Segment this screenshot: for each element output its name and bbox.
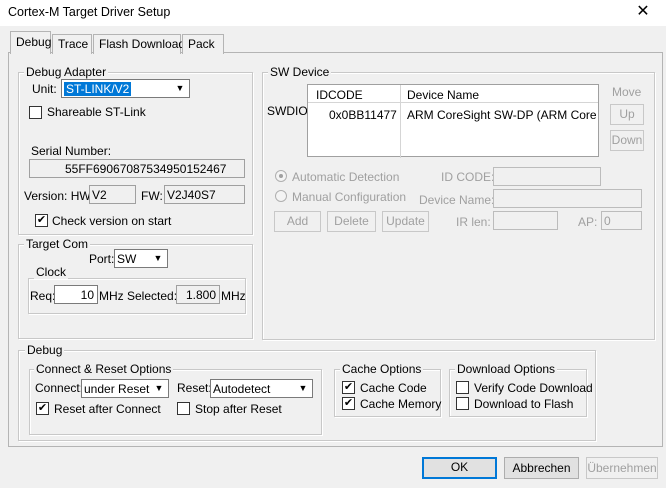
move-label: Move xyxy=(612,85,642,99)
connect-reset-title: Connect & Reset Options xyxy=(34,362,174,376)
req-input[interactable]: 10 xyxy=(54,285,98,304)
column-header-idcode[interactable]: IDCODE xyxy=(316,88,363,102)
manual-config-label: Manual Configuration xyxy=(292,190,407,204)
column-header-device-name[interactable]: Device Name xyxy=(407,88,479,102)
port-value: SW xyxy=(117,252,137,266)
cancel-button[interactable]: Abbrechen xyxy=(504,457,579,479)
ir-len-input[interactable] xyxy=(493,211,558,230)
id-code-input[interactable] xyxy=(493,167,601,186)
fw-field: V2J40S7 xyxy=(164,185,245,204)
verify-download-checkbox[interactable] xyxy=(456,381,469,394)
ok-button[interactable]: OK xyxy=(422,457,497,479)
download-to-flash-label: Download to Flash xyxy=(474,397,574,411)
device-name-input[interactable] xyxy=(493,189,642,208)
tab-trace[interactable]: Trace xyxy=(52,34,92,54)
auto-detect-radio[interactable] xyxy=(275,170,287,182)
download-to-flash-checkbox[interactable] xyxy=(456,397,469,410)
clock-title: Clock xyxy=(34,265,69,279)
ap-value: 0 xyxy=(604,214,611,228)
device-list[interactable]: IDCODE Device Name 0x0BB11477 ARM CoreSi… xyxy=(307,84,599,158)
move-up-button[interactable]: Up xyxy=(610,104,644,125)
unit-label: Unit: xyxy=(32,82,57,96)
check-version-label: Check version on start xyxy=(52,214,172,228)
req-value: 10 xyxy=(80,288,94,302)
chevron-down-icon: ▼ xyxy=(153,253,163,263)
serial-field: 55FF69067087534950152467 xyxy=(29,159,245,178)
move-down-button[interactable]: Down xyxy=(610,130,644,151)
reset-select[interactable]: Autodetect ▼ xyxy=(210,379,313,398)
chevron-down-icon: ▼ xyxy=(298,383,308,393)
reset-value: Autodetect xyxy=(213,382,271,396)
cache-memory-label: Cache Memory xyxy=(360,397,442,411)
serial-label: Serial Number: xyxy=(31,144,112,158)
delete-button[interactable]: Delete xyxy=(327,211,376,232)
cache-memory-checkbox[interactable]: ✔ xyxy=(342,397,355,410)
shareable-label: Shareable ST-Link xyxy=(47,105,146,119)
device-name-label: Device Name: xyxy=(419,193,495,207)
cache-code-checkbox[interactable]: ✔ xyxy=(342,381,355,394)
hw-field: V2 xyxy=(89,185,136,204)
reset-after-connect-label: Reset after Connect xyxy=(54,402,161,416)
selected-unit: MHz xyxy=(221,289,246,303)
hw-value: V2 xyxy=(92,188,107,202)
req-label: Req: xyxy=(30,289,56,303)
tab-pack[interactable]: Pack xyxy=(182,34,224,54)
verify-download-label: Verify Code Download xyxy=(474,381,593,395)
swdio-label: SWDIO xyxy=(267,104,308,118)
cache-code-label: Cache Code xyxy=(360,381,427,395)
cache-options-title: Cache Options xyxy=(340,362,424,376)
serial-value: 55FF69067087534950152467 xyxy=(65,162,227,176)
selected-label: Selected: xyxy=(127,289,178,303)
stop-after-reset-checkbox[interactable] xyxy=(177,402,190,415)
download-options-title: Download Options xyxy=(455,362,558,376)
target-com-title: Target Com xyxy=(24,237,91,251)
manual-config-radio[interactable] xyxy=(275,190,287,202)
window-title: Cortex-M Target Driver Setup xyxy=(8,5,171,19)
selected-value: 1.800 xyxy=(185,288,216,302)
check-version-checkbox[interactable]: ✔ xyxy=(35,214,48,227)
update-button[interactable]: Update xyxy=(382,211,429,232)
column-divider xyxy=(400,85,401,158)
unit-select[interactable]: ST-LINK/V2 ▼ xyxy=(61,79,190,98)
device-row-idcode[interactable]: 0x0BB11477 xyxy=(329,108,397,122)
tab-flash-download[interactable]: Flash Download xyxy=(93,34,185,54)
ap-label: AP: xyxy=(578,215,598,229)
auto-detect-label: Automatic Detection xyxy=(292,170,400,184)
shareable-checkbox[interactable] xyxy=(29,106,42,119)
selected-field: 1.800 xyxy=(176,285,220,304)
connect-label: Connect: xyxy=(35,381,84,395)
fw-label: FW: xyxy=(141,189,163,203)
sw-device-title: SW Device xyxy=(268,65,332,79)
ir-len-label: IR len: xyxy=(456,215,491,229)
add-button[interactable]: Add xyxy=(274,211,321,232)
req-unit: MHz xyxy=(99,289,124,303)
id-code-label: ID CODE: xyxy=(441,170,495,184)
apply-button[interactable]: Übernehmen xyxy=(586,457,658,479)
connect-select[interactable]: under Reset ▼ xyxy=(81,379,169,398)
ap-input[interactable]: 0 xyxy=(601,211,642,230)
reset-after-connect-checkbox[interactable]: ✔ xyxy=(36,402,49,415)
connect-value: under Reset xyxy=(84,382,150,396)
close-icon[interactable]: ✕ xyxy=(630,1,656,23)
chevron-down-icon: ▼ xyxy=(154,383,164,393)
stop-after-reset-label: Stop after Reset xyxy=(195,402,282,416)
debug-adapter-title: Debug Adapter xyxy=(24,65,109,79)
debug-title: Debug xyxy=(25,343,65,357)
version-hw-label: Version: HW: xyxy=(24,189,94,203)
port-label: Port: xyxy=(89,252,115,266)
device-row-name[interactable]: ARM CoreSight SW-DP (ARM Core xyxy=(407,108,597,122)
tab-debug[interactable]: Debug xyxy=(10,31,51,54)
port-select[interactable]: SW ▼ xyxy=(114,249,168,268)
chevron-down-icon: ▼ xyxy=(175,83,185,93)
reset-label: Reset: xyxy=(177,381,212,395)
fw-value: V2J40S7 xyxy=(167,188,216,202)
unit-value: ST-LINK/V2 xyxy=(64,82,132,96)
